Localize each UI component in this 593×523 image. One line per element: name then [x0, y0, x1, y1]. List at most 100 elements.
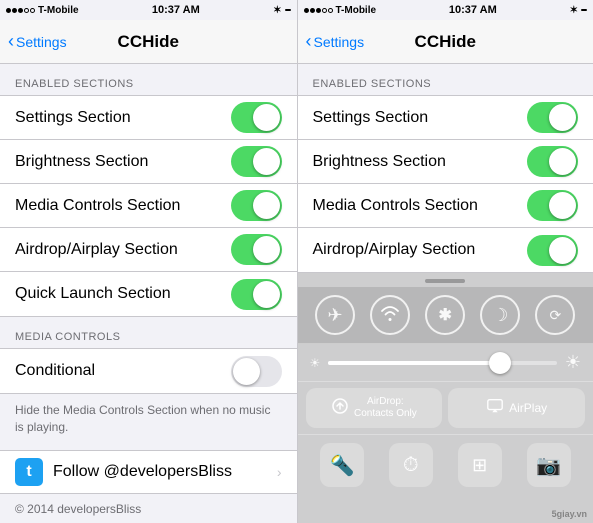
bluetooth-button[interactable]: ✱: [425, 295, 465, 335]
row-label: Media Controls Section: [313, 197, 478, 215]
cc-quick-launch-row: 🔦 ⏱ ⊞ 📷: [298, 435, 593, 495]
calculator-button[interactable]: ⊞: [458, 443, 502, 487]
row-label: Media Controls Section: [15, 197, 180, 215]
battery-icon: [285, 9, 291, 11]
toggle-knob: [253, 104, 280, 131]
twitter-icon: t: [15, 458, 43, 486]
row-label: Airdrop/Airplay Section: [15, 241, 178, 259]
moon-icon: ☽: [492, 305, 508, 326]
right-settings-content: ENABLED SECTIONS Settings Section Bright…: [298, 64, 593, 273]
battery-icon-right: [581, 9, 587, 11]
toggle-brightness-right[interactable]: [527, 146, 578, 177]
clock-button[interactable]: ⏱: [389, 443, 433, 487]
left-content: ENABLED SECTIONS Settings Section Bright…: [0, 64, 297, 523]
brightness-thumb: [489, 352, 511, 374]
toggle-knob: [549, 192, 576, 219]
airplay-button[interactable]: AirPlay: [448, 388, 585, 428]
status-right-icons: ✶: [273, 5, 290, 16]
airdrop-icon: [331, 397, 349, 420]
toggle-brightness[interactable]: [231, 146, 282, 177]
airplane-button[interactable]: ✈: [315, 295, 355, 335]
toggle-quicklaunch[interactable]: [231, 279, 282, 310]
row-label: Brightness Section: [15, 153, 148, 171]
media-controls-group: Conditional: [0, 348, 297, 394]
dot1: [6, 8, 11, 13]
back-label-left: Settings: [16, 34, 67, 50]
rotation-lock-button[interactable]: ⟳: [535, 295, 575, 335]
rotation-lock-icon: ⟳: [550, 307, 562, 324]
airplay-icon: [486, 397, 504, 420]
dot2: [310, 8, 315, 13]
cc-airdrop-airplay-row: AirDrop:Contacts Only AirPlay: [298, 382, 593, 435]
right-nav-title: CCHide: [415, 32, 476, 52]
follow-twitter-row[interactable]: t Follow @developersBliss ›: [0, 450, 297, 494]
flashlight-button[interactable]: 🔦: [320, 443, 364, 487]
wifi-button[interactable]: [370, 295, 410, 335]
toggle-settings[interactable]: [231, 102, 282, 133]
camera-button[interactable]: 📷: [527, 443, 571, 487]
copyright-text: © 2014 developersBliss: [0, 494, 297, 523]
table-row[interactable]: Brightness Section: [0, 140, 297, 184]
time-right: 10:37 AM: [449, 4, 497, 16]
toggle-knob: [549, 237, 576, 264]
row-label: Airdrop/Airplay Section: [313, 241, 476, 259]
control-center-overlay: ✈ ✱ ☽ ⟳ ☀: [298, 273, 593, 523]
left-nav-title: CCHide: [118, 32, 179, 52]
wifi-icon: [380, 305, 400, 326]
left-status-bar: T-Mobile 10:37 AM ✶: [0, 0, 297, 20]
cc-brightness-row: ☀ ☀: [298, 344, 593, 382]
toggle-knob: [253, 281, 280, 308]
table-row[interactable]: Quick Launch Section: [0, 272, 297, 316]
carrier-left: T-Mobile: [38, 5, 79, 16]
brightness-high-icon: ☀: [565, 352, 581, 373]
row-label: Quick Launch Section: [15, 285, 171, 303]
airdrop-label: AirDrop:Contacts Only: [354, 396, 417, 420]
toggle-knob: [253, 148, 280, 175]
table-row[interactable]: Brightness Section: [298, 140, 593, 184]
enabled-sections-header-right: ENABLED SECTIONS: [298, 64, 593, 95]
row-label: Brightness Section: [313, 153, 446, 171]
camera-icon: 📷: [536, 453, 561, 478]
moon-button[interactable]: ☽: [480, 295, 520, 335]
toggle-airdrop[interactable]: [231, 234, 282, 265]
dot4: [24, 8, 29, 13]
follow-label: Follow @developersBliss: [53, 463, 267, 481]
enabled-sections-group-right: Settings Section Brightness Section Medi…: [298, 95, 593, 273]
left-back-button[interactable]: ‹ Settings: [8, 33, 67, 50]
table-row[interactable]: Airdrop/Airplay Section: [0, 228, 297, 272]
brightness-low-icon: ☀: [310, 356, 321, 370]
table-row[interactable]: Airdrop/Airplay Section: [298, 228, 593, 272]
dot2: [12, 8, 17, 13]
left-panel: T-Mobile 10:37 AM ✶ ‹ Settings CCHide EN…: [0, 0, 297, 523]
clock-icon: ⏱: [403, 454, 419, 477]
back-chevron-icon-right: ‹: [306, 32, 312, 50]
calculator-icon: ⊞: [472, 455, 487, 476]
left-status-left: T-Mobile: [6, 5, 79, 16]
table-row[interactable]: Settings Section: [298, 96, 593, 140]
toggle-media[interactable]: [231, 190, 282, 221]
time-left: 10:37 AM: [152, 4, 200, 16]
left-nav-bar: ‹ Settings CCHide: [0, 20, 297, 64]
table-row[interactable]: Media Controls Section: [298, 184, 593, 228]
bluetooth-icon: ✶: [273, 5, 281, 16]
right-status-bar: T-Mobile 10:37 AM ✶: [298, 0, 593, 20]
toggle-airdrop-right[interactable]: [527, 235, 578, 266]
toggle-media-right[interactable]: [527, 190, 578, 221]
chevron-right-icon: ›: [277, 464, 282, 480]
signal-dots: [6, 8, 35, 13]
table-row[interactable]: Media Controls Section: [0, 184, 297, 228]
right-back-button[interactable]: ‹ Settings: [306, 33, 365, 50]
table-row[interactable]: Settings Section: [0, 96, 297, 140]
enabled-sections-group-left: Settings Section Brightness Section Medi…: [0, 95, 297, 317]
toggle-knob: [549, 148, 576, 175]
toggle-settings-right[interactable]: [527, 102, 578, 133]
toggle-knob: [549, 104, 576, 131]
toggle-conditional[interactable]: [231, 356, 282, 387]
enabled-sections-header-left: ENABLED SECTIONS: [0, 64, 297, 95]
table-row[interactable]: Conditional: [0, 349, 297, 393]
brightness-track[interactable]: [328, 361, 557, 365]
row-label: Settings Section: [15, 109, 131, 127]
toggle-knob: [253, 236, 280, 263]
airdrop-button[interactable]: AirDrop:Contacts Only: [306, 388, 443, 428]
toggle-knob: [253, 192, 280, 219]
